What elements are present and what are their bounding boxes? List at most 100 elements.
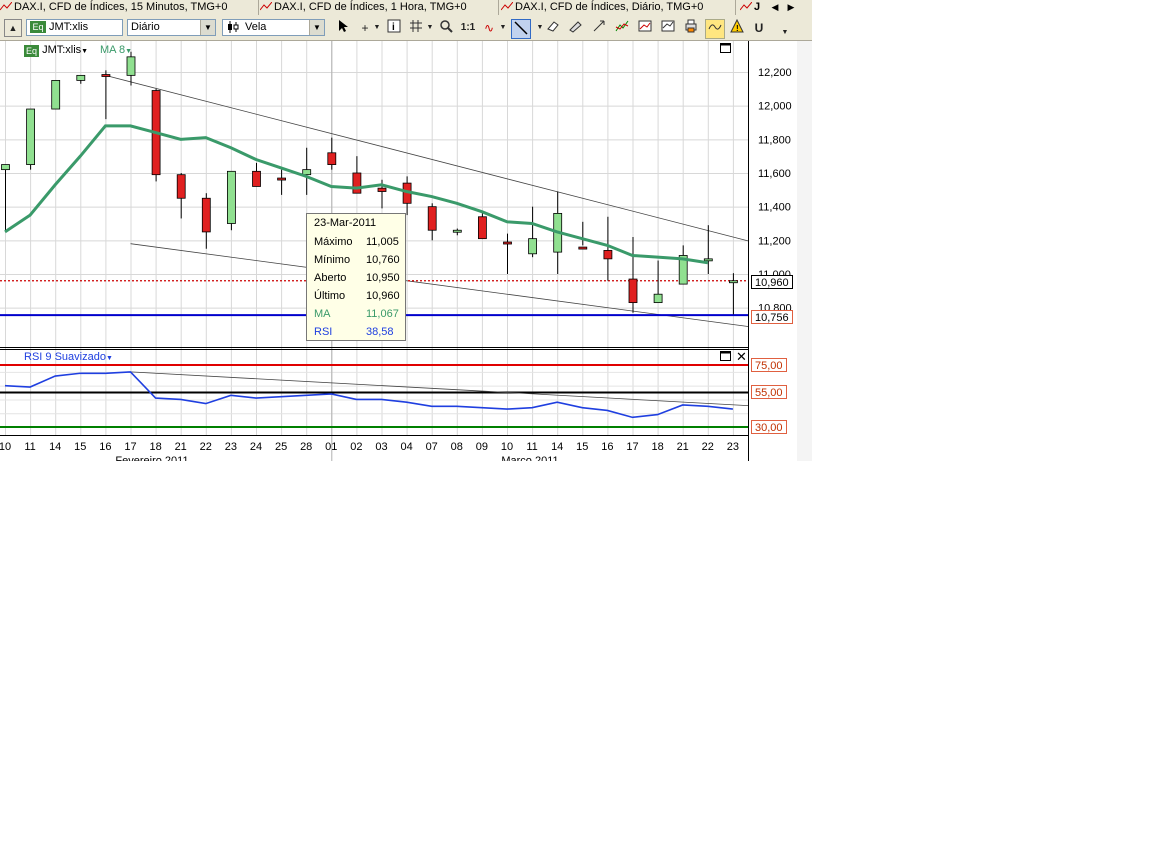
svg-text:!: ! (736, 24, 739, 33)
multi-chart-icon[interactable] (613, 19, 631, 37)
last-price-badge: 10,960 (751, 275, 793, 289)
trendline-tool-icon[interactable] (511, 19, 531, 39)
interval-select[interactable]: Diário ▼ (127, 19, 216, 36)
tooltip-row-close: Último 10,960 (314, 288, 402, 304)
time-axis-label: 28 (300, 441, 312, 453)
time-axis-label: 14 (49, 441, 61, 453)
zoom-reset-button[interactable]: 1:1 (459, 19, 477, 37)
alert-icon[interactable]: ! (728, 18, 746, 37)
tab-dax-daily[interactable]: DAX.I, CFD de Índices, Diário, TMG+0 (501, 0, 736, 15)
price-chart-svg[interactable]: 12,200 12,000 11,800 11,600 11,400 11,200 11,0… (0, 41, 812, 461)
chart-icon (260, 1, 273, 11)
tooltip-label: Máximo (314, 236, 353, 248)
rsi-level-badge-75: 75,00 (751, 358, 787, 372)
price-axis-label: 11,800 (758, 134, 791, 146)
print-chart-icon[interactable] (682, 19, 700, 37)
time-axis-label: 22 (702, 441, 714, 453)
candle-down (503, 241, 512, 245)
chart-tab-bar: DAX.I, CFD de Índices, 15 Minutos, TMG+0… (0, 0, 812, 17)
tooltip-row-low: Mínimo 10,760 (314, 252, 402, 268)
time-axis-label: 15 (576, 441, 588, 453)
tab-label: DAX.I, CFD de Índices, 15 Minutos, TMG+0 (14, 1, 228, 13)
maximize-pane-icon[interactable] (720, 351, 731, 364)
time-axis-label: 10 (0, 441, 11, 453)
chevron-down-icon[interactable]: ▼ (494, 19, 512, 37)
instrument-legend[interactable]: Eq JMT:xlis▼ (24, 44, 88, 57)
time-axis-label: 09 (476, 441, 488, 453)
chevron-down-icon[interactable]: ▼ (368, 19, 386, 37)
pencil-edit-icon[interactable] (567, 19, 585, 37)
candle-down (176, 174, 186, 199)
equity-icon: Eq (24, 45, 39, 57)
time-axis-label: 15 (74, 441, 86, 453)
candle-up (1, 164, 10, 171)
candle-down (628, 278, 638, 304)
tab-jmt[interactable]: J (740, 0, 768, 15)
chevron-down-icon: ▼ (309, 20, 324, 35)
chart-icon (740, 1, 753, 11)
candle-up (528, 238, 537, 255)
price-axis-label: 12,200 (758, 67, 792, 79)
tooltip-row-ma: MA 11,067 (314, 306, 402, 322)
window-chart-icon[interactable] (659, 19, 677, 37)
chevron-down-icon: ▼ (81, 48, 89, 55)
zoom-icon[interactable] (437, 19, 455, 37)
compare-chart-icon[interactable] (636, 19, 654, 37)
pointer-cursor-icon[interactable] (334, 19, 352, 37)
candle-down (603, 250, 613, 260)
rsi-legend[interactable]: RSI 9 Suavizado▼ (24, 351, 113, 363)
chevron-down-icon: ▼ (105, 355, 113, 362)
candle-down (327, 152, 337, 165)
time-axis-label: 01 (325, 441, 337, 453)
candle-up (51, 80, 61, 110)
tab-scroll-left-icon[interactable]: ◀ (768, 0, 782, 15)
tooltip-label: MA (314, 308, 331, 320)
time-axis-label: 11 (526, 441, 537, 453)
chart-area[interactable]: 12,200 12,000 11,800 11,600 11,400 11,200 11,0… (0, 41, 812, 461)
candle-up (653, 293, 663, 304)
toolbar-overflow-icon[interactable]: ▼ (776, 24, 794, 42)
rsi-level-badge-55: 55,00 (751, 385, 787, 399)
symbol-input[interactable]: Eq JMT:xlis (26, 19, 123, 36)
symbol-value: JMT:xlis (49, 21, 89, 33)
info-icon[interactable]: i (385, 19, 403, 37)
candle-up (452, 229, 462, 233)
candle-down (277, 177, 287, 181)
month-axis-label: Fevereiro 2011 (115, 455, 188, 461)
tab-label: DAX.I, CFD de Índices, Diário, TMG+0 (515, 1, 704, 13)
arrows-icon[interactable] (590, 19, 608, 37)
tooltip-value: 11,005 (366, 236, 399, 248)
eraser-icon[interactable] (544, 19, 562, 37)
tooltip-value: 10,960 (366, 290, 400, 302)
tab-scroll-right-icon[interactable]: ▶ (784, 0, 798, 15)
candle-down (477, 216, 487, 240)
time-axis-label: 17 (124, 441, 136, 453)
wave-tool-icon[interactable] (705, 19, 725, 39)
data-tooltip: 23-Mar-2011 Máximo 11,005 Mínimo 10,760 Ab… (306, 213, 406, 341)
candle-down (201, 197, 211, 233)
candle-down (252, 170, 261, 187)
candle-up (729, 280, 738, 284)
tab-dax-1hour[interactable]: DAX.I, CFD de Índices, 1 Hora, TMG+0 (260, 0, 499, 15)
tab-dax-15min[interactable]: DAX.I, CFD de Índices, 15 Minutos, TMG+0 (0, 0, 259, 15)
time-axis-label: 24 (250, 441, 262, 453)
time-axis-label: 18 (149, 441, 161, 453)
maximize-pane-icon[interactable] (720, 43, 731, 56)
candle-down (427, 206, 437, 231)
collapse-toolbar-icon[interactable]: ▲ (4, 19, 22, 37)
ma-legend[interactable]: MA 8▼ (100, 44, 132, 56)
time-axis-label: 17 (626, 441, 638, 453)
tooltip-label: Aberto (314, 272, 347, 284)
price-axis-label: 11,600 (758, 168, 791, 180)
ma-label: MA 8 (100, 44, 126, 56)
close-pane-icon[interactable]: ✕ (736, 349, 747, 365)
magnet-icon[interactable]: U (750, 19, 768, 37)
side-panel-strip (797, 41, 812, 461)
time-axis-label: 16 (601, 441, 613, 453)
chart-type-select[interactable]: Vela ▼ (222, 19, 325, 36)
time-axis-label: 10 (501, 441, 513, 453)
candle-up (26, 108, 36, 165)
month-axis-label: Março 2011 (501, 455, 558, 461)
time-axis-label: 23 (225, 441, 237, 453)
time-axis-label: 21 (677, 441, 689, 453)
